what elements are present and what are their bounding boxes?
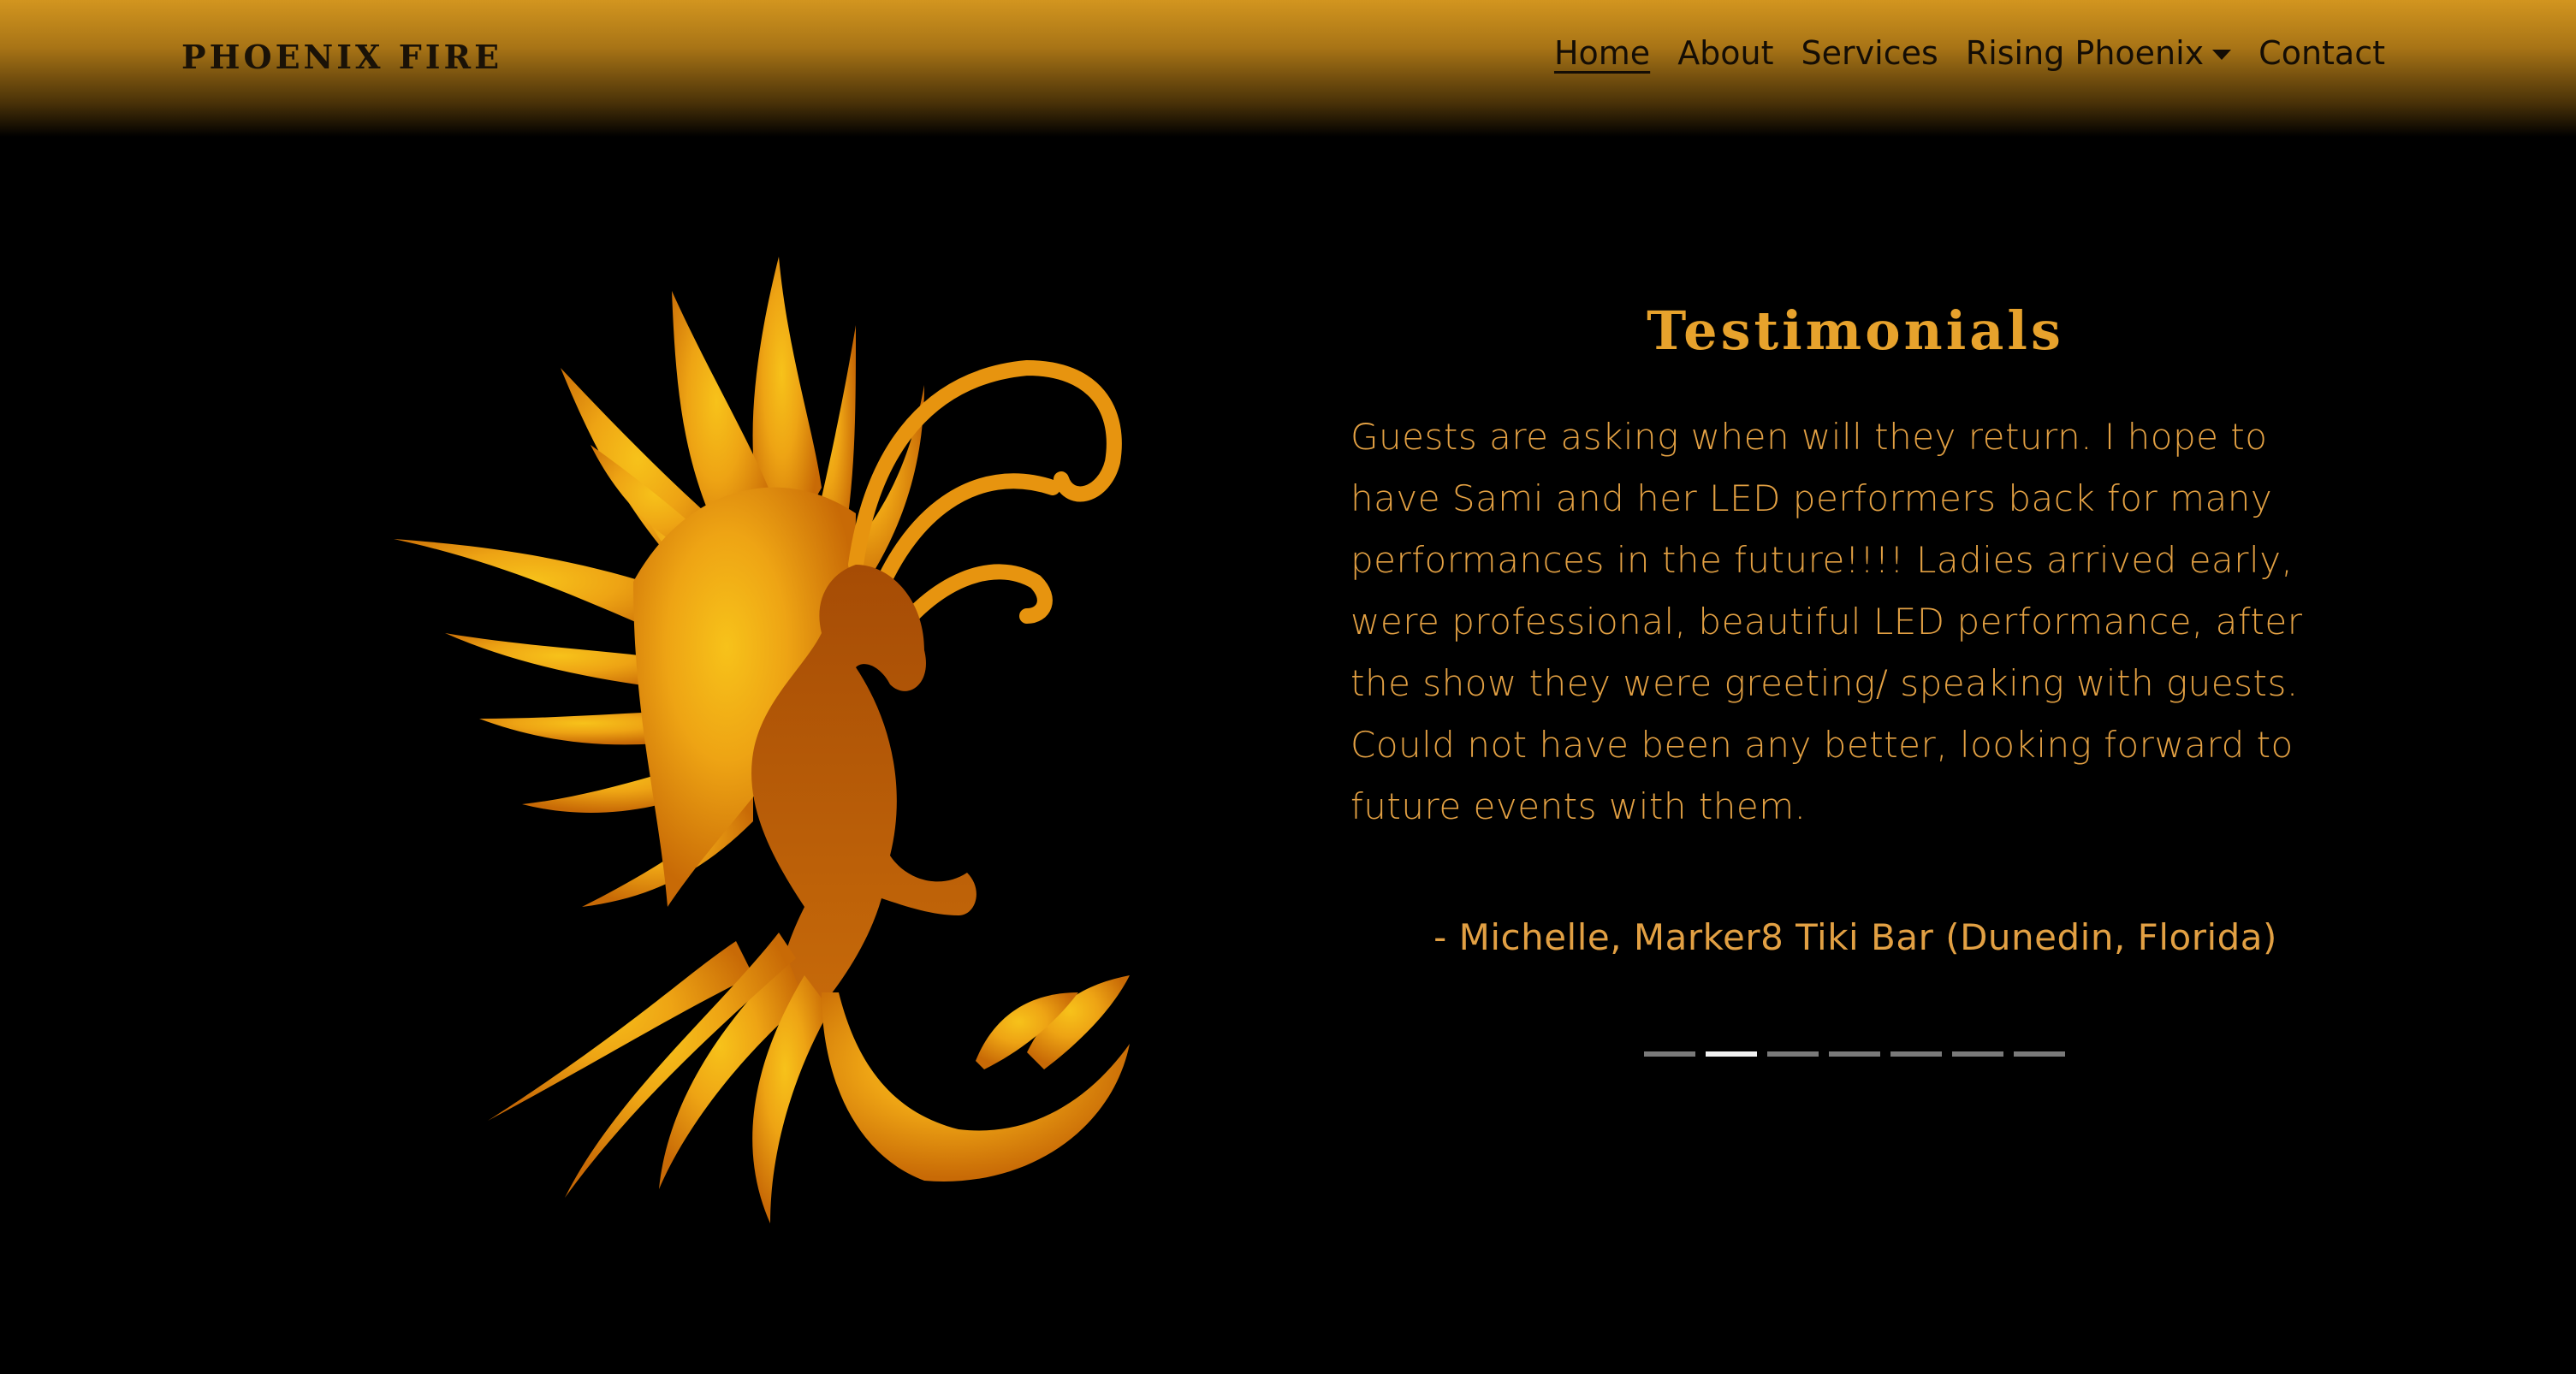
- carousel-indicator-active[interactable]: [1706, 1051, 1757, 1057]
- brand-logo[interactable]: PHOENIX FIRE: [181, 38, 502, 76]
- testimonial-quote: Guests are asking when will they return.…: [1350, 416, 2303, 827]
- phoenix-image: [377, 205, 1147, 1258]
- caret-down-icon: [2212, 50, 2232, 60]
- section-title: Testimonials: [1647, 299, 2064, 362]
- nav-link-label: Services: [1801, 34, 1938, 72]
- testimonial-slide: Testimonials Guests are asking when will…: [1350, 299, 2360, 958]
- carousel-indicator[interactable]: [2014, 1051, 2065, 1057]
- navbar: PHOENIX FIRE Home About Services Rising …: [0, 0, 2576, 137]
- nav-link-home[interactable]: Home: [1554, 34, 1650, 72]
- nav-link-about[interactable]: About: [1677, 34, 1773, 72]
- carousel-indicator[interactable]: [1829, 1051, 1880, 1057]
- carousel-indicator[interactable]: [1767, 1051, 1819, 1057]
- carousel-indicator[interactable]: [1890, 1051, 1942, 1057]
- nav-link-label: Contact: [2258, 34, 2385, 72]
- phoenix-logo-icon: [394, 257, 1130, 1223]
- nav-link-contact[interactable]: Contact: [2258, 34, 2385, 72]
- testimonial-attribution: - Michelle, Marker8 Tiki Bar (Dunedin, F…: [1433, 916, 2277, 958]
- carousel-indicator[interactable]: [1644, 1051, 1695, 1057]
- nav-link-label: Home: [1553, 34, 1651, 72]
- nav-link-services[interactable]: Services: [1801, 34, 1938, 72]
- nav-links: Home About Services Rising Phoenix Conta…: [1554, 34, 2385, 72]
- carousel-indicator[interactable]: [1952, 1051, 2003, 1057]
- nav-link-label: About: [1677, 34, 1774, 72]
- carousel-indicators: [1644, 1051, 2065, 1057]
- nav-link-label: Rising Phoenix: [1965, 34, 2205, 72]
- nav-dropdown-rising-phoenix[interactable]: Rising Phoenix: [1965, 34, 2232, 72]
